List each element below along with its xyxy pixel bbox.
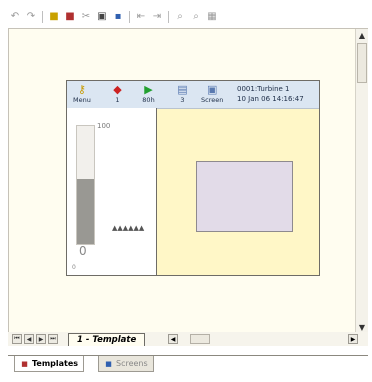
screen-info: 0001:Turbine 1 10 Jan 06 14:16:47 (237, 84, 304, 104)
scroll-thumb[interactable] (357, 43, 367, 83)
copy-icon[interactable]: ■ (47, 10, 61, 24)
left-panel[interactable]: 100 0 0 ▲▲▲▲▲▲ (67, 108, 157, 275)
vertical-scrollbar[interactable]: ▲ ▼ (355, 29, 368, 345)
delete-icon[interactable]: ▪ (111, 10, 125, 24)
tab-screens[interactable]: ■ Screens (98, 356, 154, 372)
screens-icon: ■ (105, 359, 112, 368)
screen-button[interactable]: ▣ Screen (201, 83, 223, 104)
page-tab-label: 1 - Template (77, 335, 137, 345)
toolbar: ↶ ↷ ■ ■ ✂ ▣ ▪ ⇤ ⇥ ⌕ ⌕ ▦ (8, 8, 368, 26)
screen-label: Screen (201, 96, 224, 104)
play-label: 80h (142, 96, 155, 104)
scroll-up-arrow-icon[interactable]: ▲ (356, 29, 368, 41)
paste-icon[interactable]: ■ (63, 10, 77, 24)
scroll-left-arrow-icon[interactable]: ◀ (168, 334, 178, 344)
timestamp: 10 Jan 06 14:16:47 (237, 95, 304, 103)
gauge-zero-label: 0 (79, 244, 87, 258)
scroll-right-arrow-icon[interactable]: ▶ (348, 334, 358, 344)
menu-label: Menu (73, 96, 91, 104)
last-page-icon[interactable]: ⏭ (48, 334, 58, 344)
play-button[interactable]: ▶ 80h (142, 83, 155, 104)
insert-icon[interactable]: ▣ (95, 10, 109, 24)
menu-button[interactable]: ⚷ Menu (73, 83, 91, 104)
tab-templates-label: Templates (32, 359, 79, 368)
document-icon: ▤ (177, 82, 188, 96)
bottom-tabs: ■ Templates ■ Screens (8, 355, 368, 374)
toolbar-separator (42, 11, 43, 23)
gauge-max-label: 100 (97, 122, 111, 130)
document-button[interactable]: ▤ 3 (176, 83, 189, 104)
alarm-button[interactable]: ◆ 1 (111, 83, 124, 104)
screen-header: ⚷ Menu ◆ 1 ▶ 80h ▤ 3 ▣ Screen 0001:Turbi… (67, 81, 319, 109)
peak-markers: ▲▲▲▲▲▲ (112, 224, 145, 232)
turbine-name: 0001:Turbine 1 (237, 85, 290, 93)
play-icon: ▶ (144, 82, 153, 96)
alarm-label: 1 (115, 96, 120, 104)
gauge-small-zero-label: 0 (72, 264, 76, 271)
toolbar-separator (129, 11, 130, 23)
toolbar-separator (168, 11, 169, 23)
document-label: 3 (180, 96, 185, 104)
grid-icon[interactable]: ▦ (205, 10, 219, 24)
key-icon: ⚷ (77, 82, 86, 96)
screen-icon: ▣ (206, 82, 218, 96)
gauge-fill (77, 179, 94, 244)
undo-icon[interactable]: ↶ (8, 10, 22, 24)
find-next-icon[interactable]: ⌕ (189, 10, 203, 24)
align-right-icon[interactable]: ⇥ (150, 10, 164, 24)
level-gauge[interactable] (76, 125, 95, 245)
templates-icon: ■ (21, 359, 28, 368)
align-left-icon[interactable]: ⇤ (134, 10, 148, 24)
first-page-icon[interactable]: ⏮ (12, 334, 22, 344)
cut-icon[interactable]: ✂ (79, 10, 93, 24)
tab-templates[interactable]: ■ Templates (14, 356, 85, 372)
page-nav-strip: ⏮ ◀ ▶ ⏭ 1 - Template ◀ ▶ (8, 332, 368, 346)
next-page-icon[interactable]: ▶ (36, 334, 46, 344)
prev-page-icon[interactable]: ◀ (24, 334, 34, 344)
find-icon[interactable]: ⌕ (173, 10, 187, 24)
bell-icon: ◆ (113, 82, 122, 96)
redo-icon[interactable]: ↷ (24, 10, 38, 24)
tab-screens-label: Screens (116, 359, 148, 368)
hscroll-thumb[interactable] (190, 334, 210, 344)
page-tab-template[interactable]: 1 - Template (68, 333, 146, 346)
rectangle-object[interactable] (196, 161, 293, 232)
horizontal-scrollbar[interactable]: ◀ ▶ (168, 334, 358, 344)
